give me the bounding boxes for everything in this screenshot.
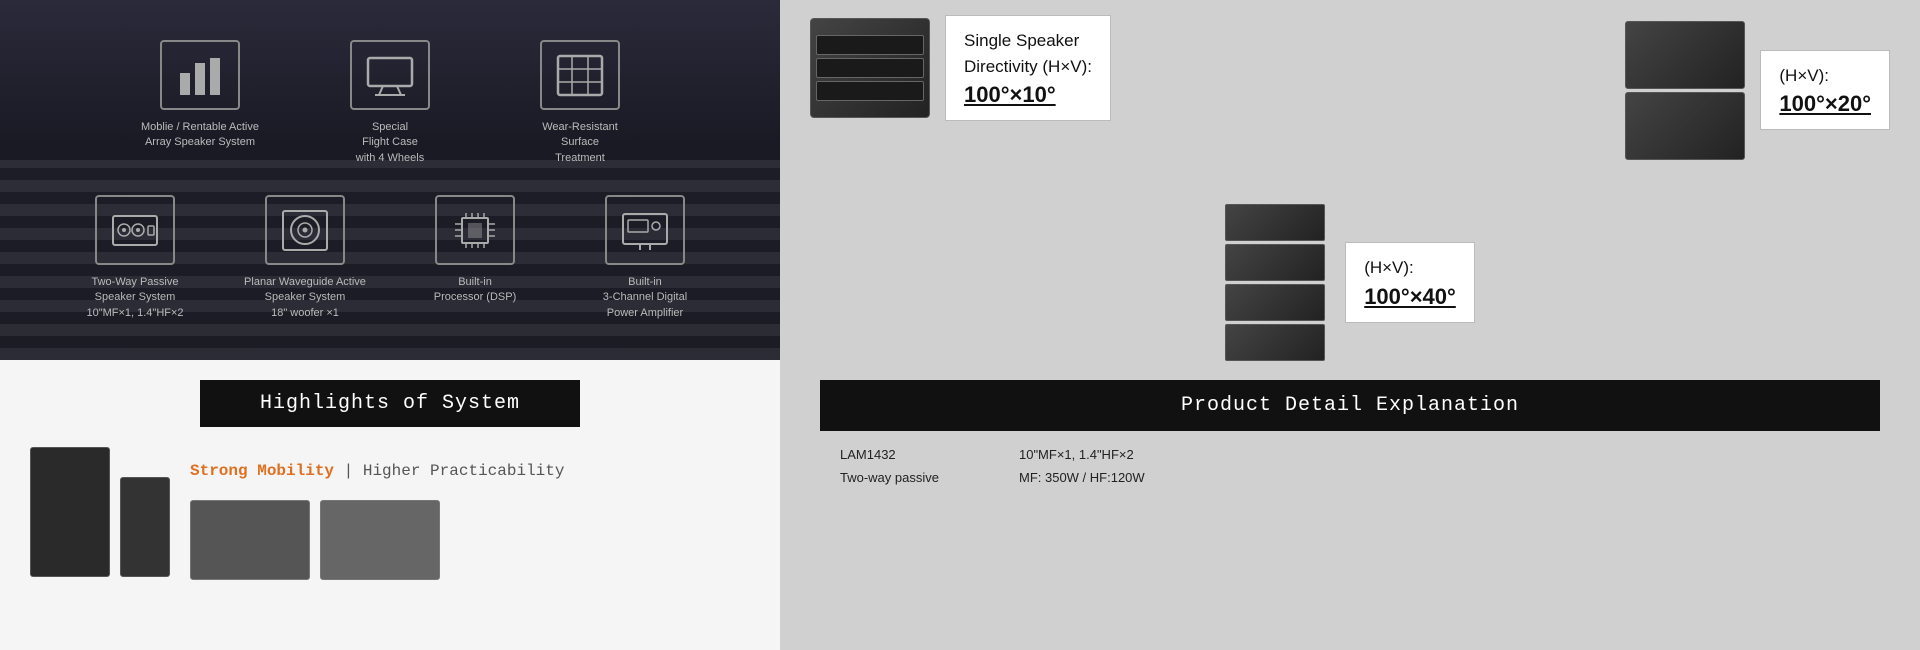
four-speaker-value: 100°×40° [1364,284,1456,310]
icon-two-way: Two-Way PassiveSpeaker System10"MF×1, 1.… [70,195,200,321]
four-speaker-img [1225,200,1325,365]
four-speaker-card: (H×V): 100°×40° [1345,242,1475,323]
wear-resistant-label: Wear-ResistantSurfaceTreatment [542,120,618,166]
grid-icon [555,53,605,98]
mid-directivity-section: (H×V): 100°×40° [780,195,1920,370]
two-speaker-value: 100°×20° [1779,91,1871,117]
top-directivity-section: Single SpeakerDirectivity (H×V): 100°×10… [780,0,1920,195]
speaker-top [1625,21,1745,89]
single-speaker-value: 100°×10° [964,82,1092,108]
single-speaker-img [810,18,930,118]
spec-power-block: 10"MF×1, 1.4"HF×2 MF: 350W / HF:120W [1019,443,1145,490]
speaker-img-2 [120,477,170,577]
icons-row-1: Moblie / Rentable Active Array Speaker S… [0,40,780,166]
two-way-label: Two-Way PassiveSpeaker System10"MF×1, 1.… [86,275,183,321]
icon-wear-resistant: Wear-ResistantSurfaceTreatment [515,40,645,166]
product-thumb-1 [190,500,310,580]
display-icon [620,208,670,253]
strong-mobility-area: Strong Mobility | Higher Practicability [190,447,564,580]
product-detail-title: Product Detail Explanation [1181,394,1519,417]
builtin-dsp-icon-box [435,195,515,265]
flight-case-label: SpecialFlight Casewith 4 Wheels [356,120,424,166]
spec-model-block: LAM1432 Two-way passive [840,443,939,490]
higher-practicability-label: | Higher Practicability [344,462,565,480]
builtin-amp-label: Built-in3-Channel DigitalPower Amplifier [603,275,687,321]
speaker-bottom [1625,92,1745,160]
bottom-left-section: Highlights of System Strong Mobility | H… [0,360,780,650]
wear-resistant-icon-box [540,40,620,110]
circle-icon [280,208,330,253]
planar-waveguide-icon-box [265,195,345,265]
mobile-array-label: Moblie / Rentable Active Array Speaker S… [135,120,265,151]
spec-drivers: 10"MF×1, 1.4"HF×2 [1019,447,1134,462]
monitor-icon [365,53,415,98]
highlights-title: Highlights of System [260,392,520,415]
product-detail-banner: Product Detail Explanation [820,380,1880,431]
two-speaker-img [1625,15,1745,165]
icons-row-2: Two-Way PassiveSpeaker System10"MF×1, 1.… [0,195,780,321]
mobile-array-icon-box [160,40,240,110]
spec-type: Two-way passive [840,470,939,485]
single-speaker-card: Single SpeakerDirectivity (H×V): 100°×10… [945,15,1111,121]
product-thumb-2 [320,500,440,580]
right-panel: Single SpeakerDirectivity (H×V): 100°×10… [780,0,1920,650]
single-speaker-title: Single SpeakerDirectivity (H×V): [964,28,1092,79]
icon-flight-case: SpecialFlight Casewith 4 Wheels [325,40,455,166]
sp2 [1225,244,1325,281]
builtin-amp-icon-box [605,195,685,265]
chip-icon [450,208,500,253]
icon-planar-waveguide: Planar Waveguide ActiveSpeaker System18"… [240,195,370,321]
single-speaker-group: Single SpeakerDirectivity (H×V): 100°×10… [810,15,1111,121]
flight-case-icon-box [350,40,430,110]
sp4 [1225,324,1325,361]
highlights-content: Strong Mobility | Higher Practicability [0,427,780,600]
speaker-grille [816,35,924,55]
spec-power: MF: 350W / HF:120W [1019,470,1145,485]
icon-builtin-dsp: Built-inProcessor (DSP) [410,195,540,321]
highlights-banner: Highlights of System [200,380,580,427]
product-thumb-row [190,500,564,580]
bar-chart-icon [175,53,225,98]
builtin-dsp-label: Built-inProcessor (DSP) [434,275,517,306]
speaker-grille-2 [816,58,924,78]
left-panel: Moblie / Rentable Active Array Speaker S… [0,0,780,650]
two-speaker-title: (H×V): [1779,63,1871,89]
sp3 [1225,284,1325,321]
strong-mobility-label: Strong Mobility [190,462,334,480]
icon-builtin-amp: Built-in3-Channel DigitalPower Amplifier [580,195,710,321]
spec-model: LAM1432 [840,447,896,462]
icon-mobile-array: Moblie / Rentable Active Array Speaker S… [135,40,265,166]
sp1 [1225,204,1325,241]
speaker-icon [110,208,160,253]
two-speaker-group: (H×V): 100°×20° [1625,15,1890,165]
speaker-grille-3 [816,81,924,101]
four-speaker-title: (H×V): [1364,255,1456,281]
planar-waveguide-label: Planar Waveguide ActiveSpeaker System18"… [244,275,366,321]
two-speaker-card: (H×V): 100°×20° [1760,50,1890,131]
spec-row: LAM1432 Two-way passive 10"MF×1, 1.4"HF×… [780,431,1920,502]
speaker-img-1 [30,447,110,577]
speaker-images [30,447,170,577]
two-way-icon-box [95,195,175,265]
